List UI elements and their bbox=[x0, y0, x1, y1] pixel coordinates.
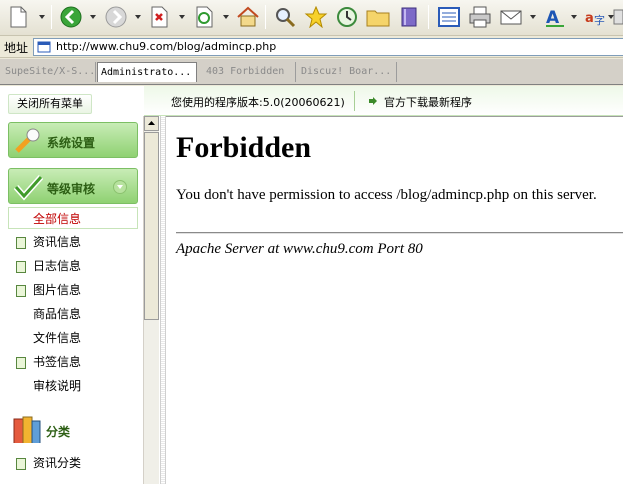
font-size-dropdown-icon[interactable] bbox=[570, 13, 578, 21]
download-link[interactable]: 官方下载最新程序 bbox=[384, 94, 472, 110]
address-input[interactable]: http://www.chu9.com/blog/admincp.php bbox=[33, 38, 623, 56]
menu-item-label: 审核说明 bbox=[33, 379, 82, 393]
new-page-icon[interactable] bbox=[5, 4, 31, 30]
menu-item-bookmark-info[interactable]: 书签信息 bbox=[8, 351, 138, 373]
arrow-right-icon bbox=[369, 97, 377, 105]
menu-item-label: 图片信息 bbox=[33, 283, 82, 297]
menu-item-review-notes[interactable]: 审核说明 bbox=[8, 375, 138, 397]
encoding-icon[interactable]: a字 bbox=[582, 4, 608, 30]
tab-discuz[interactable]: Discuz! Boar... bbox=[298, 62, 397, 82]
forbidden-page: Forbidden You don't have permission to a… bbox=[166, 116, 623, 484]
stop-icon[interactable] bbox=[146, 4, 172, 30]
menu-scrollbar[interactable] bbox=[143, 116, 159, 484]
divider bbox=[176, 232, 623, 234]
menu-item-label: 资讯信息 bbox=[33, 235, 82, 249]
menu-item-label: 日志信息 bbox=[33, 259, 82, 273]
print-icon[interactable] bbox=[467, 4, 493, 30]
svg-text:a: a bbox=[585, 11, 594, 26]
doc-icon bbox=[16, 357, 26, 369]
tab-bar: SupeSite/X-S... Administrato... 403 Forb… bbox=[0, 59, 623, 85]
menu-item-news-info[interactable]: 资讯信息 bbox=[8, 231, 138, 253]
search-icon[interactable] bbox=[272, 4, 298, 30]
tab-supesite[interactable]: SupeSite/X-S... bbox=[2, 62, 96, 82]
menu-item-label: 商品信息 bbox=[33, 307, 82, 321]
error-message: You don't have permission to access /blo… bbox=[176, 187, 597, 203]
home-icon[interactable] bbox=[235, 4, 261, 30]
category-button[interactable]: 分类 bbox=[8, 411, 138, 449]
back-icon[interactable] bbox=[58, 4, 84, 30]
menu-item-all-info[interactable]: 全部信息 bbox=[8, 207, 138, 229]
browser-toolbar: A a字 bbox=[0, 0, 623, 36]
category-label: 分类 bbox=[46, 425, 71, 439]
folder-icon[interactable] bbox=[365, 4, 391, 30]
address-url[interactable]: http://www.chu9.com/blog/admincp.php bbox=[56, 40, 276, 53]
doc-icon bbox=[16, 237, 26, 249]
mail-icon[interactable] bbox=[498, 4, 524, 30]
menu-item-label: 书签信息 bbox=[33, 355, 82, 369]
mail-dropdown-icon[interactable] bbox=[529, 13, 537, 21]
stop-dropdown-icon[interactable] bbox=[178, 13, 186, 21]
collapse-icon[interactable] bbox=[113, 180, 127, 194]
wrench-icon bbox=[15, 128, 40, 153]
new-page-dropdown-icon[interactable] bbox=[38, 13, 46, 21]
doc-icon bbox=[16, 261, 26, 273]
version-text: 您使用的程序版本:5.0(20060621) bbox=[171, 96, 345, 109]
version-bar: 您使用的程序版本:5.0(20060621) 官方下载最新程序 bbox=[144, 86, 623, 116]
forward-dropdown-icon[interactable] bbox=[134, 13, 142, 21]
server-signature: Apache Server at www.chu9.com Port 80 bbox=[176, 241, 423, 257]
font-size-icon[interactable]: A bbox=[542, 4, 568, 30]
level-review-button[interactable]: 等级审核 bbox=[8, 168, 138, 204]
page-content: 关闭所有菜单 系统设置 等级审核 全部信息 资讯信息 日志信息 图片信息 商品信… bbox=[0, 86, 623, 484]
refresh-icon[interactable] bbox=[191, 4, 217, 30]
browser-window: A a字 地址 http://www.chu9.com/blog/admincp… bbox=[0, 0, 623, 484]
level-review-label: 等级审核 bbox=[47, 182, 96, 196]
menu-item-image-info[interactable]: 图片信息 bbox=[8, 279, 138, 301]
svg-text:字: 字 bbox=[594, 13, 605, 27]
refresh-dropdown-icon[interactable] bbox=[222, 13, 230, 21]
menu-item-news-category[interactable]: 资讯分类 bbox=[8, 452, 138, 474]
menu-item-label: 全部信息 bbox=[33, 212, 82, 226]
list-view-icon[interactable] bbox=[436, 4, 462, 30]
address-bar: 地址 http://www.chu9.com/blog/admincp.php bbox=[0, 36, 623, 58]
favorites-icon[interactable] bbox=[303, 4, 329, 30]
page-icon bbox=[37, 41, 51, 53]
close-all-menus-button[interactable]: 关闭所有菜单 bbox=[8, 94, 92, 114]
scroll-up-icon[interactable] bbox=[144, 116, 159, 131]
checkmark-icon bbox=[13, 174, 43, 201]
tab-403-forbidden[interactable]: 403 Forbidden bbox=[203, 62, 296, 82]
books-icon bbox=[13, 416, 41, 443]
menu-item-label: 文件信息 bbox=[33, 331, 82, 345]
menu-item-goods-info[interactable]: 商品信息 bbox=[8, 303, 138, 325]
doc-icon bbox=[16, 458, 26, 470]
menu-item-file-info[interactable]: 文件信息 bbox=[8, 327, 138, 349]
menu-item-label: 资讯分类 bbox=[33, 456, 82, 470]
menu-item-blog-info[interactable]: 日志信息 bbox=[8, 255, 138, 277]
scroll-thumb[interactable] bbox=[144, 132, 159, 320]
divider bbox=[354, 91, 355, 111]
admin-menu: 关闭所有菜单 系统设置 等级审核 全部信息 资讯信息 日志信息 图片信息 商品信… bbox=[0, 86, 144, 484]
doc-icon bbox=[16, 285, 26, 297]
address-label: 地址 bbox=[4, 41, 29, 55]
back-dropdown-icon[interactable] bbox=[89, 13, 97, 21]
page-title: Forbidden bbox=[176, 131, 312, 164]
system-settings-button[interactable]: 系统设置 bbox=[8, 122, 138, 158]
system-settings-label: 系统设置 bbox=[47, 136, 96, 150]
tab-administrator[interactable]: Administrato... bbox=[97, 62, 197, 82]
extra-toolbar-icon[interactable] bbox=[613, 4, 623, 30]
forward-icon[interactable] bbox=[103, 4, 129, 30]
book-icon[interactable] bbox=[396, 4, 422, 30]
history-icon[interactable] bbox=[334, 4, 360, 30]
